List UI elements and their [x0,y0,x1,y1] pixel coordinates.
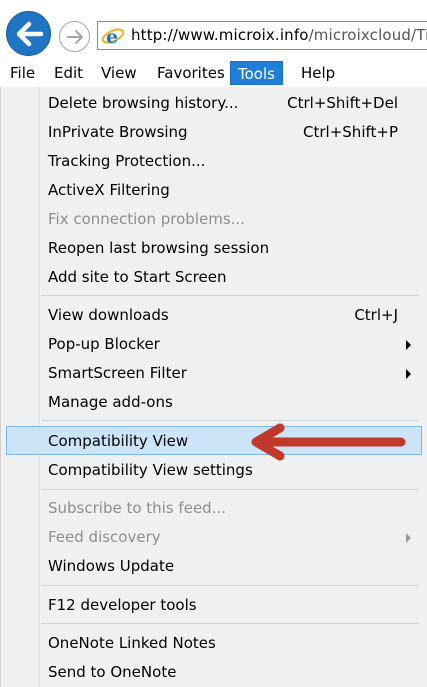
menu-item-label: Windows Update [48,557,175,575]
menu-item-onenote-linked-notes[interactable]: OneNote Linked Notes [41,629,419,658]
menu-item-compatibility-view-settings[interactable]: Compatibility View settings [41,456,419,485]
menu-item-label: View downloads [48,306,169,324]
menu-separator [41,420,419,421]
menu-item-shortcut: Ctrl+Shift+P [303,123,398,141]
menu-item-tracking-protection[interactable]: Tracking Protection... [41,147,419,176]
menu-file[interactable]: File [3,61,42,85]
menu-help[interactable]: Help [294,61,342,85]
menu-bar: File Edit View Favorites Tools Help [0,58,427,88]
menu-item-label: InPrivate Browsing [48,123,188,141]
menu-separator [41,295,419,296]
menu-separator [41,623,419,624]
svg-text:e: e [106,26,118,48]
menu-item-f12-developer-tools[interactable]: F12 developer tools [41,591,419,620]
menu-item-label: Compatibility View [48,432,189,450]
menu-item-label: Manage add-ons [48,393,173,411]
menu-item-label: Subscribe to this feed... [48,499,226,517]
menu-item-view-downloads[interactable]: View downloads Ctrl+J [41,301,419,330]
menu-item-shortcut: Ctrl+J [354,306,398,324]
back-arrow-icon [16,21,44,47]
menu-item-label: Send to OneNote [48,663,177,681]
tools-dropdown-menu: Delete browsing history... Ctrl+Shift+De… [0,87,427,687]
menu-item-label: F12 developer tools [48,596,197,614]
menu-item-label: SmartScreen Filter [48,364,187,382]
submenu-arrow-icon [406,533,411,543]
forward-button[interactable] [59,21,90,52]
menu-item-feed-discovery: Feed discovery [41,523,419,552]
url-text: http://www.microix.info/microixcloud/Tim [131,26,427,44]
menu-item-smartscreen-filter[interactable]: SmartScreen Filter [41,359,419,388]
back-button[interactable] [6,11,51,56]
forward-arrow-icon [67,30,83,44]
menu-item-label: Fix connection problems... [48,210,245,228]
menu-item-label: Add site to Start Screen [48,268,227,286]
menu-item-compatibility-view[interactable]: Compatibility View [6,426,422,455]
menu-tools[interactable]: Tools [230,61,283,85]
menu-item-inprivate-browsing[interactable]: InPrivate Browsing Ctrl+Shift+P [41,118,419,147]
menu-item-label: ActiveX Filtering [48,181,170,199]
menu-item-label: Pop-up Blocker [48,335,160,353]
menu-favorites[interactable]: Favorites [150,61,232,85]
submenu-arrow-icon [406,340,411,350]
menu-item-label: Tracking Protection... [48,152,206,170]
menu-item-send-to-onenote[interactable]: Send to OneNote [41,658,419,687]
menu-item-label: Reopen last browsing session [48,239,270,257]
menu-item-label: Compatibility View settings [48,461,253,479]
menu-item-manage-addons[interactable]: Manage add-ons [41,388,419,417]
url-path: /microixcloud/Tim [308,26,427,44]
menu-icon-gutter [39,87,40,687]
menu-item-add-site-to-start[interactable]: Add site to Start Screen [41,263,419,292]
navigation-bar: e http://www.microix.info/microixcloud/T… [0,0,427,58]
internet-explorer-icon: e [101,26,125,48]
menu-item-label: OneNote Linked Notes [48,634,216,652]
menu-item-popup-blocker[interactable]: Pop-up Blocker [41,330,419,359]
menu-separator [41,585,419,586]
menu-item-delete-browsing-history[interactable]: Delete browsing history... Ctrl+Shift+De… [41,89,419,118]
url-domain: http://www.microix.info [131,26,309,44]
submenu-arrow-icon [406,369,411,379]
menu-edit[interactable]: Edit [47,61,90,85]
address-bar[interactable]: e http://www.microix.info/microixcloud/T… [97,21,427,50]
menu-item-windows-update[interactable]: Windows Update [41,552,419,581]
menu-item-label: Feed discovery [48,528,161,546]
menu-item-fix-connection-problems: Fix connection problems... [41,205,419,234]
menu-view[interactable]: View [94,61,144,85]
menu-item-activex-filtering[interactable]: ActiveX Filtering [41,176,419,205]
menu-item-label: Delete browsing history... [48,94,239,112]
menu-separator [41,489,419,490]
menu-item-reopen-last-session[interactable]: Reopen last browsing session [41,234,419,263]
menu-item-shortcut: Ctrl+Shift+Del [287,94,398,112]
menu-item-subscribe-to-feed: Subscribe to this feed... [41,494,419,523]
